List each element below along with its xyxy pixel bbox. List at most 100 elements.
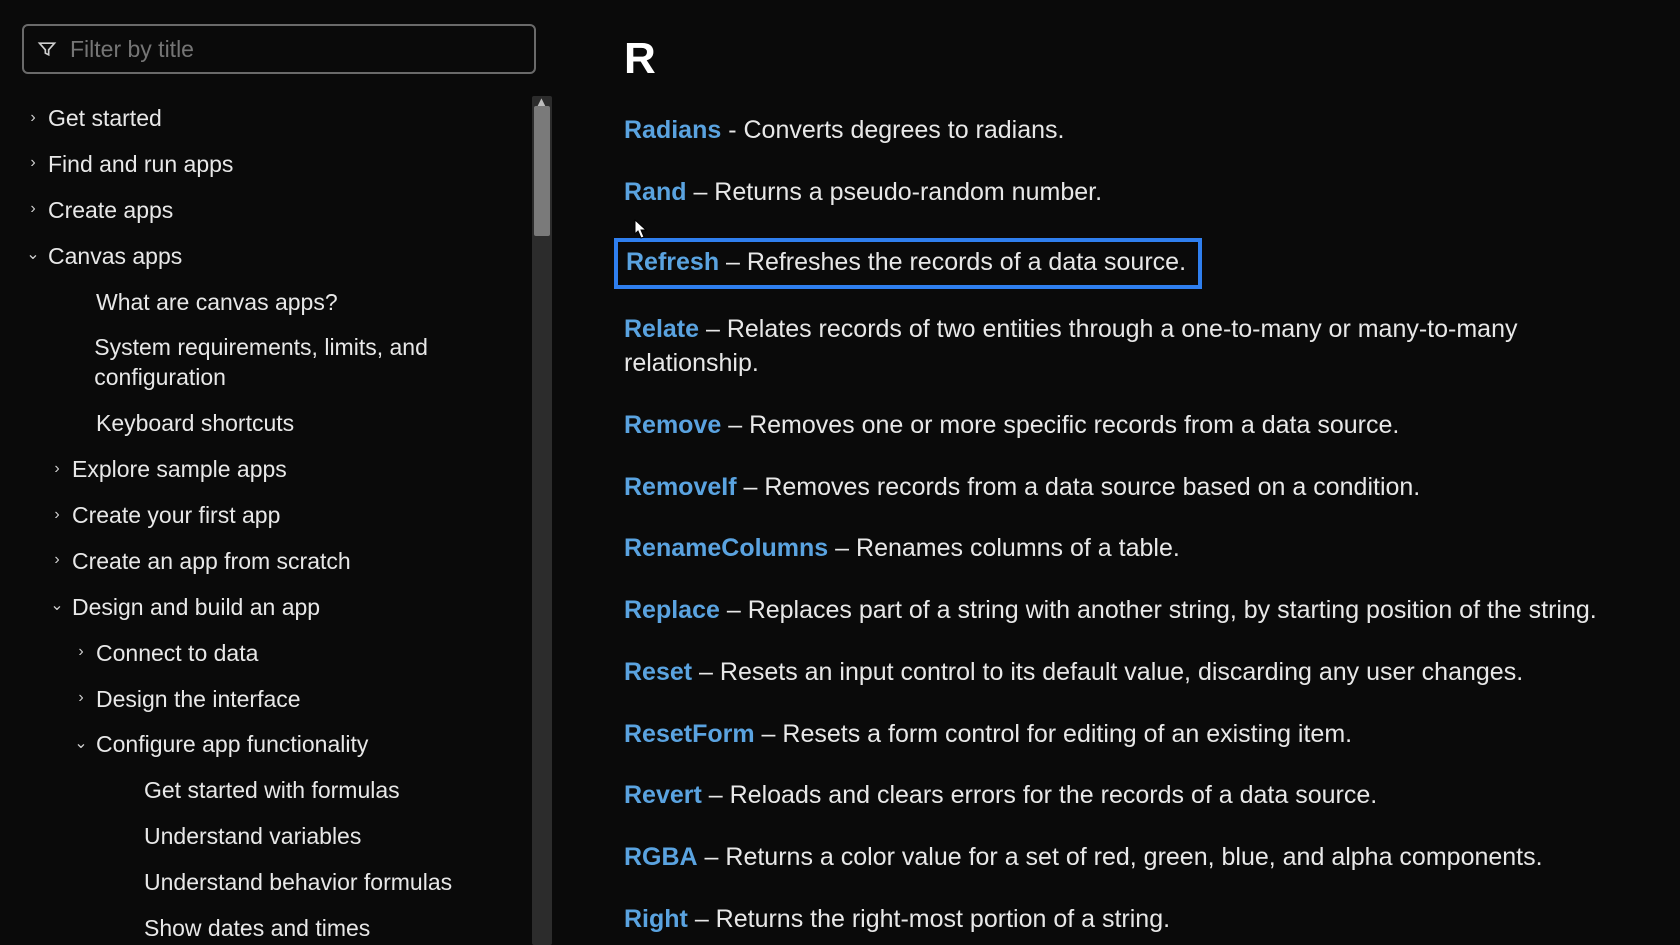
function-entry: Right – Returns the right-most portion o…: [624, 903, 1640, 937]
nav-item[interactable]: › Get started: [22, 96, 520, 142]
filter-icon: [34, 36, 60, 62]
scrollbar-thumb[interactable]: [534, 106, 550, 236]
nav-item[interactable]: Understand variables: [22, 814, 520, 860]
chevron-placeholder: [120, 872, 138, 893]
entry-separator: –: [737, 473, 765, 501]
entry-separator: –: [720, 596, 748, 624]
scrollbar[interactable]: ▲: [532, 96, 552, 945]
nav-item[interactable]: System requirements, limits, and configu…: [22, 325, 520, 401]
nav-list: › Get started › Find and run apps › Create ap…: [22, 96, 560, 945]
function-link[interactable]: Right: [624, 905, 688, 933]
nav-item-label: System requirements, limits, and configu…: [94, 333, 520, 393]
chevron-right-icon[interactable]: ›: [48, 505, 66, 526]
function-link[interactable]: RemoveIf: [624, 473, 737, 501]
function-entry: Replace – Replaces part of a string with…: [624, 594, 1640, 628]
sidebar: › Get started › Find and run apps › Create ap…: [0, 0, 560, 945]
nav-item-label: Show dates and times: [144, 914, 370, 944]
nav-item[interactable]: What are canvas apps?: [22, 280, 520, 326]
function-link[interactable]: Reset: [624, 658, 692, 686]
nav-item[interactable]: Understand behavior formulas: [22, 860, 520, 906]
nav-item[interactable]: Get started with formulas: [22, 768, 520, 814]
chevron-placeholder: [120, 918, 138, 939]
nav-item[interactable]: ⌄ Configure app functionality: [22, 722, 520, 768]
chevron-right-icon[interactable]: ›: [48, 550, 66, 571]
chevron-down-icon[interactable]: ⌄: [24, 245, 42, 266]
chevron-down-icon[interactable]: ⌄: [48, 596, 66, 617]
entry-separator: -: [721, 116, 743, 144]
function-description: Reloads and clears errors for the record…: [730, 781, 1378, 809]
filter-box[interactable]: [22, 24, 536, 74]
function-link[interactable]: Replace: [624, 596, 720, 624]
function-entry: Radians - Converts degrees to radians.: [624, 114, 1640, 148]
nav-item-label: Create your first app: [72, 501, 280, 531]
function-link[interactable]: Relate: [624, 315, 699, 343]
function-link[interactable]: Rand: [624, 178, 687, 206]
chevron-right-icon[interactable]: ›: [24, 199, 42, 220]
chevron-right-icon[interactable]: ›: [72, 688, 90, 709]
nav-item[interactable]: › Create an app from scratch: [22, 539, 520, 585]
function-description: Renames columns of a table.: [856, 534, 1180, 562]
nav-item[interactable]: ⌄ Design and build an app: [22, 585, 520, 631]
nav-item[interactable]: › Create your first app: [22, 493, 520, 539]
entry-separator: –: [755, 720, 783, 748]
nav-item-label: Configure app functionality: [96, 730, 368, 760]
nav-item[interactable]: Show dates and times: [22, 906, 520, 945]
chevron-right-icon[interactable]: ›: [72, 642, 90, 663]
nav-item-label: Connect to data: [96, 639, 258, 669]
function-entry: Refresh – Refreshes the records of a dat…: [614, 238, 1202, 290]
nav-item[interactable]: ›Design the interface: [22, 677, 520, 723]
function-link[interactable]: Remove: [624, 411, 721, 439]
function-entry: Reset – Resets an input control to its d…: [624, 656, 1640, 690]
function-description: Relates records of two entities through …: [624, 315, 1517, 377]
nav-item-label: Find and run apps: [48, 150, 233, 180]
function-description: Removes records from a data source based…: [764, 473, 1420, 501]
entry-separator: –: [687, 178, 715, 206]
function-entry: Rand – Returns a pseudo-random number.: [624, 176, 1640, 210]
entry-separator: –: [699, 315, 727, 343]
function-description: Replaces part of a string with another s…: [748, 596, 1597, 624]
nav-item-label: Explore sample apps: [72, 455, 287, 485]
entry-separator: –: [688, 905, 716, 933]
function-link[interactable]: ResetForm: [624, 720, 755, 748]
entry-separator: –: [828, 534, 856, 562]
function-entry: RenameColumns – Renames columns of a tab…: [624, 532, 1640, 566]
entry-separator: –: [698, 843, 726, 871]
function-link[interactable]: RGBA: [624, 843, 698, 871]
nav-item[interactable]: Keyboard shortcuts: [22, 401, 520, 447]
entry-separator: –: [702, 781, 730, 809]
chevron-right-icon[interactable]: ›: [24, 153, 42, 174]
chevron-right-icon[interactable]: ›: [48, 459, 66, 480]
function-description: Resets an input control to its default v…: [720, 658, 1523, 686]
chevron-down-icon[interactable]: ⌄: [72, 734, 90, 755]
nav-item[interactable]: › Connect to data: [22, 631, 520, 677]
function-description: Removes one or more specific records fro…: [749, 411, 1399, 439]
function-description: Returns a pseudo-random number.: [714, 178, 1102, 206]
nav-item[interactable]: ⌄Canvas apps: [22, 234, 520, 280]
entry-separator: –: [692, 658, 720, 686]
function-entry: ResetForm – Resets a form control for ed…: [624, 718, 1640, 752]
nav-item-label: Create an app from scratch: [72, 547, 351, 577]
function-description: Returns the right-most portion of a stri…: [716, 905, 1170, 933]
function-description: Converts degrees to radians.: [743, 116, 1064, 144]
nav-item-label: What are canvas apps?: [96, 288, 338, 318]
filter-input[interactable]: [70, 36, 524, 63]
section-heading: R: [624, 34, 1640, 84]
function-link[interactable]: Refresh: [626, 248, 719, 276]
nav-item[interactable]: › Explore sample apps: [22, 447, 520, 493]
function-link[interactable]: RenameColumns: [624, 534, 828, 562]
function-link[interactable]: Revert: [624, 781, 702, 809]
chevron-placeholder: [72, 291, 90, 312]
entry-separator: –: [721, 411, 749, 439]
chevron-right-icon[interactable]: ›: [24, 108, 42, 129]
nav-item-label: Create apps: [48, 196, 173, 226]
function-link[interactable]: Radians: [624, 116, 721, 144]
nav-item-label: Design and build an app: [72, 593, 320, 623]
nav-item-label: Keyboard shortcuts: [96, 409, 294, 439]
nav-item[interactable]: › Find and run apps: [22, 142, 520, 188]
function-description: Resets a form control for editing of an …: [782, 720, 1352, 748]
function-entry: Revert – Reloads and clears errors for t…: [624, 779, 1640, 813]
function-description: Returns a color value for a set of red, …: [725, 843, 1542, 871]
nav-item-label: Get started: [48, 104, 162, 134]
nav-item[interactable]: › Create apps: [22, 188, 520, 234]
nav-item-label: Understand variables: [144, 822, 361, 852]
